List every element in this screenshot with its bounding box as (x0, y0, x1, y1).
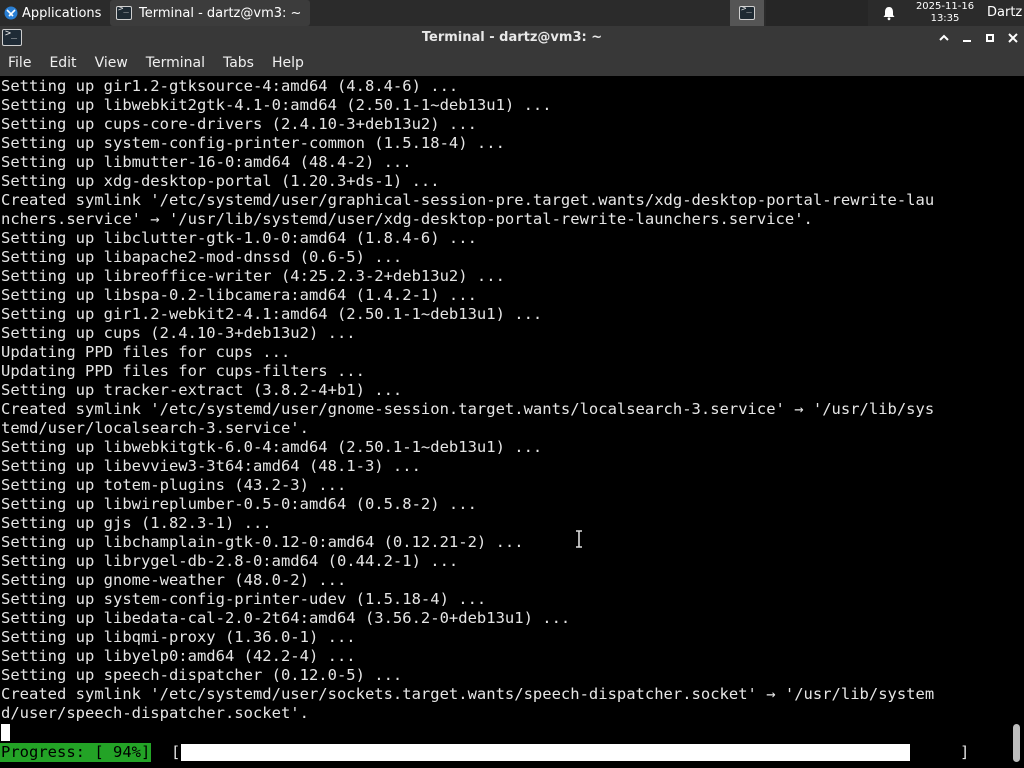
terminal-line: nchers.service' → '/usr/lib/systemd/user… (1, 210, 813, 228)
progress-bracket-left: [ (171, 743, 181, 761)
terminal-line: Setting up system-config-printer-udev (1… (1, 590, 487, 608)
progress-bar-fill (181, 744, 910, 761)
taskbar-terminal-label: Terminal - dartz@vm3: ~ (139, 5, 302, 21)
workspace-3-button[interactable] (800, 0, 834, 26)
menubar: File Edit View Terminal Tabs Help (0, 50, 1024, 76)
terminal-line: Setting up libmutter-16-0:amd64 (48.4-2)… (1, 153, 412, 171)
workspace-2-button[interactable] (766, 0, 800, 26)
top-panel: Applications Terminal - dartz@vm3: ~ 202… (0, 0, 1024, 26)
terminal-cursor (1, 724, 10, 741)
terminal-line: Setting up xdg-desktop-portal (1.20.3+ds… (1, 172, 440, 190)
terminal-line: d/user/speech-dispatcher.socket'. (1, 704, 309, 722)
terminal-output[interactable]: Setting up gir1.2-gtksource-4:amd64 (4.8… (0, 76, 1024, 768)
maximize-icon (986, 34, 994, 42)
progress-label: Progress: [ 94%] (0, 743, 152, 762)
clock-time: 13:35 (930, 13, 960, 24)
terminal-lines: Setting up gir1.2-gtksource-4:amd64 (4.8… (1, 77, 1009, 723)
terminal-line: Setting up libyelp0:amd64 (42.2-4) ... (1, 647, 356, 665)
terminal-line: Setting up libwebkit2gtk-4.1-0:amd64 (2.… (1, 96, 552, 114)
applications-icon (4, 6, 18, 20)
terminal-icon (116, 4, 132, 20)
terminal-line: Setting up libevview3-3t64:amd64 (48.1-3… (1, 457, 421, 475)
minimize-button[interactable] (957, 28, 977, 48)
maximize-button[interactable] (980, 28, 1000, 48)
terminal-line: Setting up gjs (1.82.3-1) ... (1, 514, 272, 532)
clock-date: 2025-11-16 (915, 1, 975, 12)
user-menu[interactable]: Dartz (987, 0, 1022, 26)
terminal-line: Setting up libchamplain-gtk-0.12-0:amd64… (1, 533, 524, 551)
window-title: Terminal - dartz@vm3: ~ (421, 30, 603, 45)
terminal-line: Updating PPD files for cups-filters ... (1, 362, 365, 380)
notifications-bell-icon[interactable] (880, 4, 898, 22)
window-shade-button[interactable] (934, 28, 954, 48)
minimize-icon (963, 40, 971, 42)
window-titlebar[interactable]: Terminal - dartz@vm3: ~ (0, 26, 1024, 50)
close-icon (1008, 33, 1018, 43)
menu-edit[interactable]: Edit (49, 55, 76, 71)
terminal-line: Setting up cups (2.4.10-3+deb13u2) ... (1, 324, 356, 342)
terminal-line: Setting up libedata-cal-2.0-2t64:amd64 (… (1, 609, 571, 627)
terminal-line: Setting up libspa-0.2-libcamera:amd64 (1… (1, 286, 477, 304)
terminal-line: Setting up libqmi-proxy (1.36.0-1) ... (1, 628, 356, 646)
terminal-line: Setting up libapache2-mod-dnssd (0.6-5) … (1, 248, 403, 266)
terminal-line: Setting up libwebkitgtk-6.0-4:amd64 (2.5… (1, 438, 543, 456)
workspace-1-button[interactable] (730, 0, 764, 26)
terminal-line: Setting up tracker-extract (3.8.2-4+b1) … (1, 381, 403, 399)
applications-menu-button[interactable]: Applications (0, 0, 110, 26)
terminal-line: Setting up libreoffice-writer (4:25.2.3-… (1, 267, 505, 285)
terminal-line: Setting up speech-dispatcher (0.12.0-5) … (1, 666, 403, 684)
menu-help[interactable]: Help (272, 55, 304, 71)
clock[interactable]: 2025-11-16 13:35 (908, 0, 982, 26)
applications-label: Applications (22, 5, 102, 21)
terminal-line: Setting up gir1.2-gtksource-4:amd64 (4.8… (1, 77, 459, 95)
terminal-line: Created symlink '/etc/systemd/user/gnome… (1, 400, 935, 418)
text-cursor-ibeam-icon (576, 530, 582, 548)
terminal-line: Setting up system-config-printer-common … (1, 134, 505, 152)
menu-tabs[interactable]: Tabs (223, 55, 254, 71)
progress-bar-track (181, 744, 956, 761)
terminal-line: Setting up librygel-db-2.8-0:amd64 (0.44… (1, 552, 459, 570)
terminal-line: Setting up libclutter-gtk-1.0-0:amd64 (1… (1, 229, 477, 247)
menu-terminal[interactable]: Terminal (146, 55, 205, 71)
terminal-line: Setting up gir1.2-webkit2-4.1:amd64 (2.5… (1, 305, 543, 323)
terminal-icon (739, 4, 755, 20)
workspace-4-button[interactable] (834, 0, 868, 26)
terminal-line: Setting up libwireplumber-0.5-0:amd64 (0… (1, 495, 477, 513)
close-button[interactable] (1003, 28, 1023, 48)
terminal-line: Created symlink '/etc/systemd/user/graph… (1, 191, 935, 209)
progress-bracket-right: ] (960, 743, 970, 761)
terminal-line: Setting up totem-plugins (43.2-3) ... (1, 476, 347, 494)
chevron-up-icon (939, 34, 949, 41)
menu-file[interactable]: File (8, 55, 31, 71)
menu-view[interactable]: View (95, 55, 128, 71)
terminal-line: temd/user/localsearch-3.service'. (1, 419, 309, 437)
scrollbar-thumb[interactable] (1013, 724, 1020, 762)
terminal-line: Updating PPD files for cups ... (1, 343, 291, 361)
scrollbar-track[interactable] (1010, 76, 1024, 768)
terminal-line: Setting up gnome-weather (48.0-2) ... (1, 571, 347, 589)
terminal-line: Setting up cups-core-drivers (2.4.10-3+d… (1, 115, 477, 133)
taskbar-terminal-button[interactable]: Terminal - dartz@vm3: ~ (110, 0, 310, 26)
terminal-line: Created symlink '/etc/systemd/user/socke… (1, 685, 935, 703)
apt-progress-line: Progress: [ 94%] [ ] (0, 743, 1008, 762)
